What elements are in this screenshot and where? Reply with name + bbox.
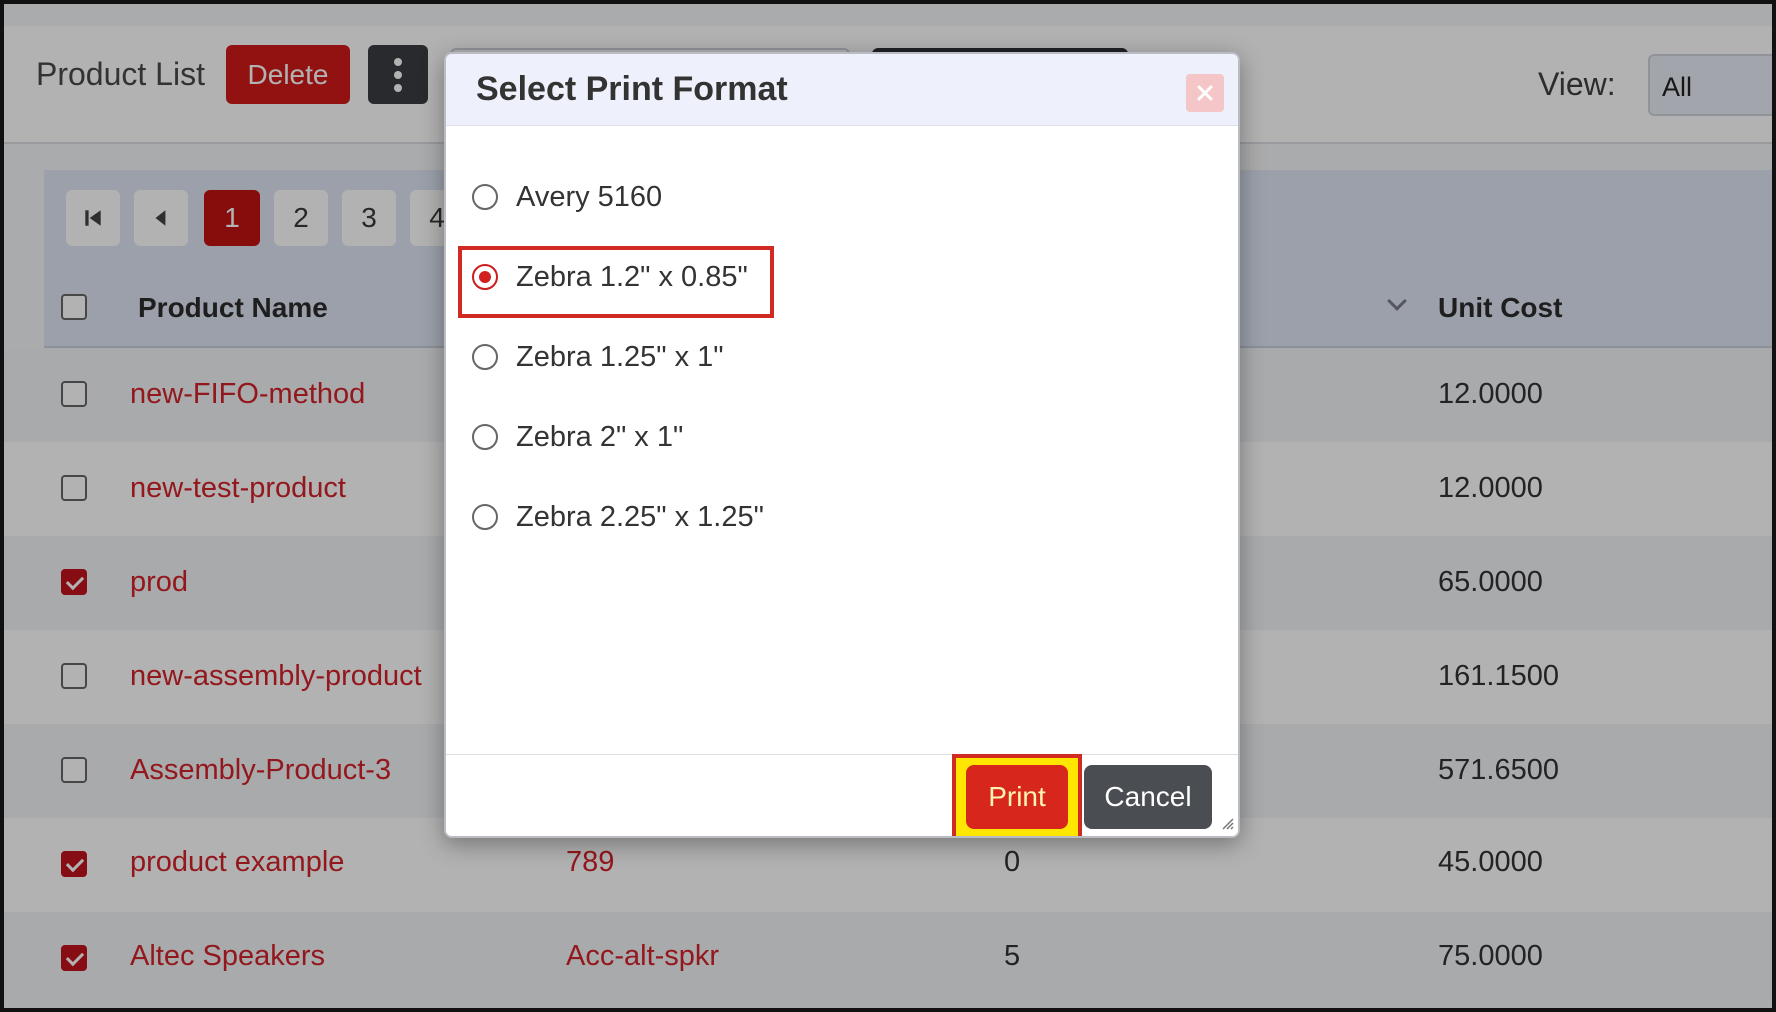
close-button[interactable] xyxy=(1186,74,1224,112)
close-icon xyxy=(1197,85,1213,101)
cancel-button[interactable]: Cancel xyxy=(1084,765,1212,829)
radio-button[interactable] xyxy=(472,184,498,210)
radio-button[interactable] xyxy=(472,424,498,450)
radio-button[interactable] xyxy=(472,344,498,370)
print-format-dialog: Select Print Format Avery 5160 Zebra 1.2… xyxy=(444,52,1240,838)
format-option-label: Zebra 1.2" x 0.85" xyxy=(516,260,748,293)
radio-button-selected[interactable] xyxy=(472,264,498,290)
format-option-label: Zebra 2.25" x 1.25" xyxy=(516,500,764,533)
resize-handle-icon[interactable] xyxy=(1218,814,1234,830)
format-option-zebra-1-25x1[interactable]: Zebra 1.25" x 1" xyxy=(472,329,724,385)
format-option-zebra-1-2x0-85[interactable]: Zebra 1.2" x 0.85" xyxy=(472,249,748,305)
format-option-zebra-2-25x1-25[interactable]: Zebra 2.25" x 1.25" xyxy=(472,489,764,545)
screen-frame: Product List Delete View: All 1 2 3 4 Pr… xyxy=(0,0,1776,1012)
print-button[interactable]: Print xyxy=(966,765,1068,829)
format-option-zebra-2x1[interactable]: Zebra 2" x 1" xyxy=(472,409,683,465)
format-option-label: Zebra 1.25" x 1" xyxy=(516,340,724,373)
product-list-page: Product List Delete View: All 1 2 3 4 Pr… xyxy=(4,4,1772,1008)
format-option-label: Zebra 2" x 1" xyxy=(516,420,684,453)
format-option-avery-5160[interactable]: Avery 5160 xyxy=(472,169,662,225)
radio-button[interactable] xyxy=(472,504,498,530)
dialog-title: Select Print Format xyxy=(476,70,788,108)
dialog-header: Select Print Format xyxy=(446,54,1238,126)
format-option-label: Avery 5160 xyxy=(516,180,663,213)
